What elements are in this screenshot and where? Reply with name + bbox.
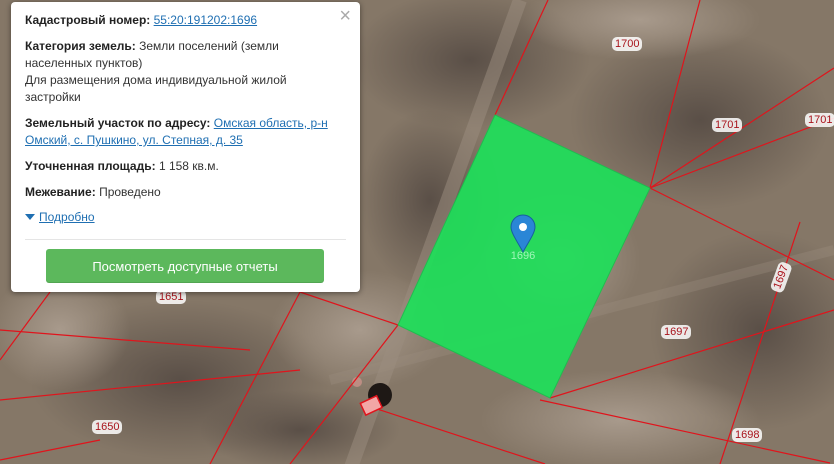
area-value: 1 158 кв.м. xyxy=(158,159,219,173)
address-link-2[interactable]: Омский, с. Пушкино, ул. Степная, д. 35 xyxy=(25,133,243,147)
popup-divider xyxy=(25,239,346,240)
plot-label-1650: 1650 xyxy=(92,420,123,434)
land-category-value-1: Земли поселений (земли xyxy=(139,39,279,53)
address-link-1[interactable]: Омская область, р-н xyxy=(214,116,328,130)
survey-label: Межевание: xyxy=(25,185,96,199)
area-label: Уточненная площадь: xyxy=(25,159,156,173)
close-icon[interactable]: × xyxy=(339,6,351,26)
triangle-down-icon xyxy=(25,214,35,220)
plot-label-1701: 1701 xyxy=(712,118,743,132)
address-label: Земельный участок по адресу: xyxy=(25,116,211,130)
plot-label-1698: 1698 xyxy=(732,428,763,442)
plot-label-1697: 1697 xyxy=(661,325,692,339)
plot-label-1701-edge: 1701 xyxy=(805,113,834,127)
land-category-row: Категория земель: Земли поселений (земли… xyxy=(25,38,346,106)
details-toggle[interactable]: Подробно xyxy=(25,210,346,224)
plot-label-1651: 1651 xyxy=(156,290,187,304)
cadastral-number-row: Кадастровый номер: 55:20:191202:1696 xyxy=(25,12,346,29)
area-row: Уточненная площадь: 1 158 кв.м. xyxy=(25,158,346,175)
land-category-value-3: Для размещения дома индивидуальной жилой xyxy=(25,73,287,87)
cadastral-number-link[interactable]: 55:20:191202:1696 xyxy=(154,13,257,27)
land-category-value-4: застройки xyxy=(25,90,81,104)
plot-label-1700: 1700 xyxy=(612,37,643,51)
survey-row: Межевание: Проведено xyxy=(25,184,346,201)
view-reports-button[interactable]: Посмотреть доступные отчеты xyxy=(46,249,324,283)
plot-info-popup: × Кадастровый номер: 55:20:191202:1696 К… xyxy=(11,2,360,292)
survey-value: Проведено xyxy=(99,185,161,199)
land-category-value-2: населенных пунктов) xyxy=(25,56,143,70)
details-link[interactable]: Подробно xyxy=(39,210,95,224)
land-category-label: Категория земель: xyxy=(25,39,136,53)
cadastral-number-label: Кадастровый номер: xyxy=(25,13,151,27)
address-row: Земельный участок по адресу: Омская обла… xyxy=(25,115,346,149)
